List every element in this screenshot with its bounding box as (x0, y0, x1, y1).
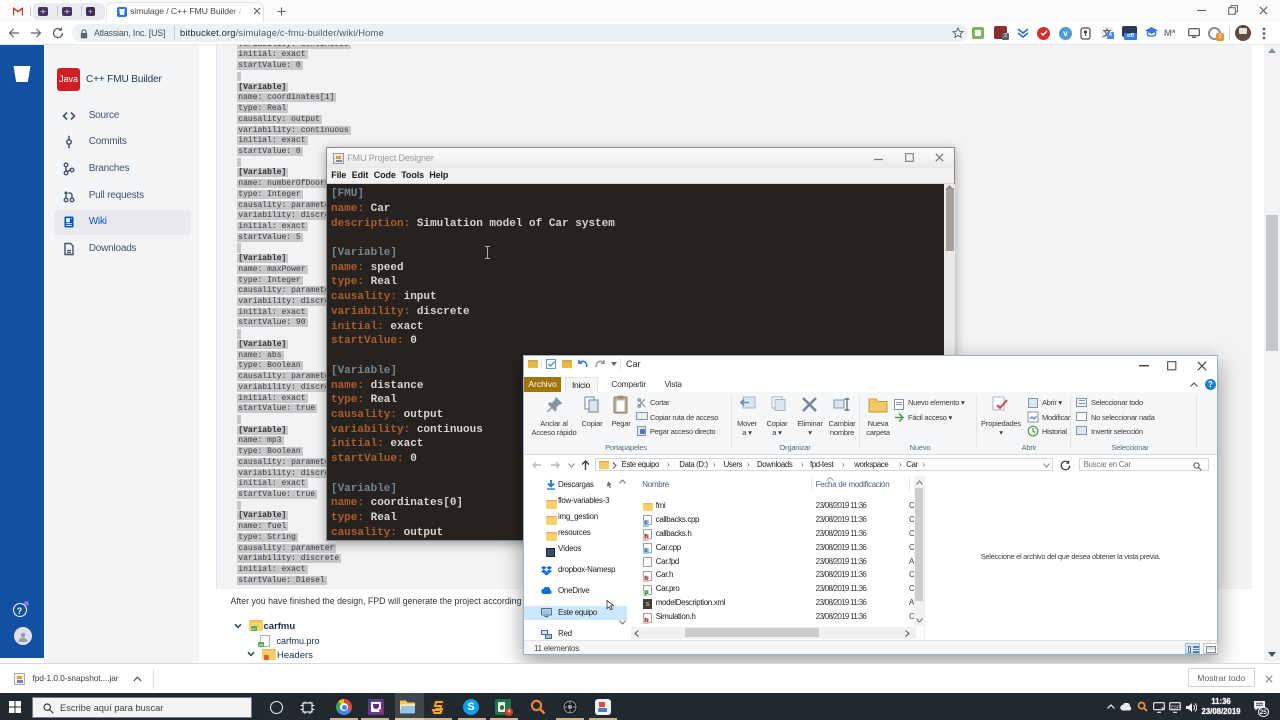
svg-text:ESP: ESP (1171, 704, 1180, 709)
